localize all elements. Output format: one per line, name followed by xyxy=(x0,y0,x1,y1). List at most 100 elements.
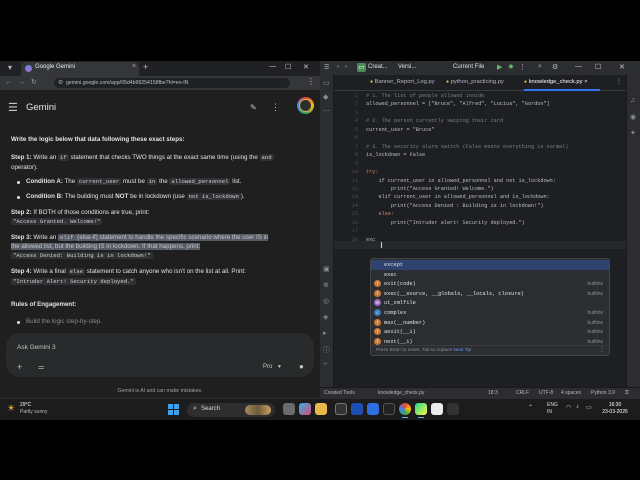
battery-icon[interactable]: ▭ xyxy=(586,404,592,411)
plugins-icon[interactable]: ⊕ xyxy=(323,281,329,289)
commit-tool-icon[interactable]: ◆ xyxy=(323,93,328,101)
weather-temperature[interactable]: 29°C xyxy=(20,402,31,408)
pycharm-taskbar-icon[interactable] xyxy=(415,403,427,418)
copilot-icon[interactable] xyxy=(299,403,311,415)
more-actions-icon[interactable]: ⋮ xyxy=(519,63,526,71)
weather-icon[interactable]: ☀ xyxy=(7,403,15,414)
vpn-icon[interactable] xyxy=(367,403,379,415)
hp-app-icon[interactable] xyxy=(351,403,363,415)
app-icon[interactable] xyxy=(447,403,459,415)
status-project[interactable]: Created Tools xyxy=(324,390,355,396)
address-bar[interactable]: ⚙ gemini.google.com/app/05d4b99254158fbe… xyxy=(54,78,290,88)
settings-icon[interactable]: ⚙ xyxy=(552,63,558,71)
volume-icon[interactable]: ♪ xyxy=(576,404,579,410)
popup-options-icon[interactable]: ⋮ xyxy=(599,346,605,353)
task-view-icon[interactable] xyxy=(283,403,295,415)
microsoft-store-icon[interactable] xyxy=(335,403,347,415)
completion-item[interactable]: f exec(__source, __globals, __locals, clo… xyxy=(371,289,609,299)
back-icon[interactable]: ‹ xyxy=(337,64,339,70)
taskbar-search[interactable]: ⌕ Search xyxy=(187,403,275,417)
tab-knowledge-check[interactable]: ● knowledge_check.py × xyxy=(524,79,588,85)
completion-item[interactable]: m ut_xmlfile xyxy=(371,298,609,308)
notifications-icon[interactable]: ♫ xyxy=(630,97,635,104)
more-options-icon[interactable]: ⋮ xyxy=(271,102,280,113)
chevron-down-icon[interactable]: ▼ xyxy=(277,364,282,370)
completion-text: complex xyxy=(384,310,407,316)
tab-banner-report-log[interactable]: ● Banner_Report_Log.py xyxy=(370,79,435,85)
microphone-icon[interactable]: ● xyxy=(299,362,304,371)
status-file[interactable]: knowledge_check.py xyxy=(378,390,424,396)
completion-item[interactable]: c complex builtins xyxy=(371,308,609,318)
minimize-button[interactable]: — xyxy=(575,63,582,70)
tab-close-icon[interactable]: × xyxy=(132,63,136,70)
input-language[interactable]: ENG xyxy=(547,402,558,408)
run-config-selector[interactable]: Current File xyxy=(453,64,484,70)
tools-icon[interactable]: ⚌ xyxy=(38,363,44,371)
tab-search-icon[interactable]: ▾ xyxy=(5,63,15,73)
prompt-input[interactable]: Ask Gemini 3 + ⚌ Pro ▼ ● xyxy=(6,333,314,377)
show-hidden-icons[interactable]: ⌃ xyxy=(528,404,533,411)
next-tip-link[interactable]: Next Tip xyxy=(454,348,472,353)
status-indent[interactable]: 4 spaces xyxy=(561,390,581,396)
gemini-brand[interactable]: Gemini xyxy=(26,102,56,113)
notes-icon[interactable] xyxy=(431,403,443,415)
new-chat-icon[interactable]: ✎ xyxy=(250,103,257,112)
completion-item[interactable]: f exit(code) builtins xyxy=(371,279,609,289)
project-selector[interactable]: Creat... xyxy=(368,64,388,70)
python-packages-icon[interactable]: ▣ xyxy=(323,265,330,273)
code-editor[interactable]: 1 2 3 4 5 6 7 8 9 10 11 12 13 14 15 16 17 18 # 1. The lis… xyxy=(334,91,626,387)
completion-item[interactable]: except xyxy=(371,260,609,270)
ide-menu-icon[interactable]: ☰ xyxy=(324,64,329,71)
back-icon[interactable]: ← xyxy=(5,78,12,88)
lock-icon[interactable]: ⚿ xyxy=(625,390,629,396)
completion-item[interactable]: f aexit(__i) builtins xyxy=(371,327,609,337)
wifi-icon[interactable]: ◠ xyxy=(566,404,571,411)
database-icon[interactable]: ◉ xyxy=(630,113,636,121)
ai-assistant-icon[interactable]: ✦ xyxy=(630,129,636,137)
search-icon[interactable]: ⌕ xyxy=(538,63,542,71)
clock-date[interactable]: 23-03-2026 xyxy=(600,409,630,415)
status-line-ending[interactable]: CRLF xyxy=(516,390,529,396)
git-icon[interactable]: ⑂ xyxy=(323,361,327,368)
model-selector[interactable]: Pro xyxy=(263,364,272,370)
tab-gemini[interactable]: Google Gemini × xyxy=(21,62,139,76)
problems-icon[interactable]: ⓘ xyxy=(323,345,330,355)
close-window-button[interactable]: ✕ xyxy=(303,63,309,71)
maximize-button[interactable]: ☐ xyxy=(285,63,291,71)
forward-icon[interactable]: → xyxy=(18,78,25,88)
status-interpreter[interactable]: Python 3.9 xyxy=(591,390,615,396)
chrome-window: ▾ Google Gemini × + — ☐ ✕ ← → ↻ ⚙ gemini… xyxy=(0,61,320,398)
site-info-icon[interactable]: ⚙ xyxy=(58,79,63,86)
file-explorer-icon[interactable] xyxy=(315,403,327,415)
completion-item[interactable]: f max(__number) builtins xyxy=(371,318,609,328)
status-position[interactable]: 18:3 xyxy=(488,390,498,396)
completion-item[interactable]: exec xyxy=(371,270,609,280)
minimize-button[interactable]: — xyxy=(269,63,276,70)
mail-icon[interactable] xyxy=(383,403,395,415)
avatar[interactable] xyxy=(297,97,314,114)
clock-time[interactable]: 16:30 xyxy=(600,402,630,408)
new-tab-button[interactable]: + xyxy=(143,62,148,72)
debug-icon[interactable]: ✹ xyxy=(508,63,514,71)
maximize-button[interactable]: ☐ xyxy=(595,63,601,71)
run-icon[interactable]: ▶ xyxy=(497,63,502,71)
chrome-taskbar-icon[interactable] xyxy=(399,403,411,418)
tabs-menu-icon[interactable]: ⋮ xyxy=(616,79,622,85)
input-region[interactable]: IN xyxy=(547,409,552,415)
structure-tool-icon[interactable]: ⋯ xyxy=(323,107,330,115)
vcs-selector[interactable]: Versi... xyxy=(398,64,416,70)
reload-icon[interactable]: ↻ xyxy=(31,78,37,88)
chrome-menu-icon[interactable]: ⋮ xyxy=(307,77,315,86)
add-file-icon[interactable]: + xyxy=(17,362,22,372)
terminal-icon[interactable]: ▸ xyxy=(323,329,327,337)
services-icon[interactable]: ◎ xyxy=(323,297,329,305)
status-encoding[interactable]: UTF-8 xyxy=(539,390,553,396)
close-window-button[interactable]: ✕ xyxy=(619,63,625,71)
project-tool-icon[interactable]: ▭ xyxy=(323,79,330,87)
weather-description[interactable]: Partly sunny xyxy=(20,409,48,415)
main-menu-icon[interactable]: ☰ xyxy=(8,101,18,114)
tab-python-practicing[interactable]: ● python_practicing.py xyxy=(446,79,504,85)
windows-start-icon[interactable] xyxy=(168,404,179,415)
layers-icon[interactable]: ◈ xyxy=(323,313,328,321)
forward-icon[interactable]: › xyxy=(345,64,347,70)
